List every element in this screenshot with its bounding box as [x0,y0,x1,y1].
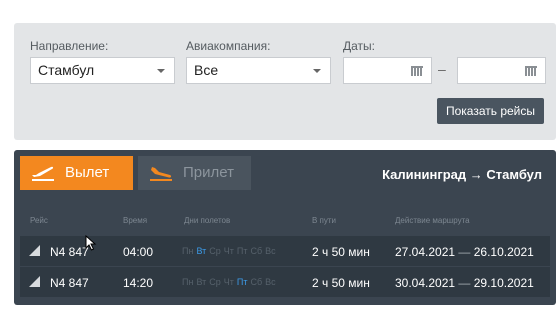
dates-separator: – [438,61,446,77]
validity-separator: — [458,245,471,259]
weekday-label: Вт [196,246,207,256]
direction-label: Направление: [30,39,109,53]
route-title: Калининград → Стамбул [382,167,542,182]
weekday-label: Вс [265,246,276,256]
airline-logo-icon [29,245,40,256]
mouse-cursor-icon [85,235,97,251]
show-flights-button[interactable]: Показать рейсы [437,98,544,124]
weekday-label: Ср [209,246,221,256]
chevron-down-icon [313,69,321,73]
travel-duration: 2 ч 50 мин [312,276,370,290]
airline-logo-icon [29,276,40,287]
chevron-down-icon [157,69,165,73]
tab-arrival[interactable]: Прилет [138,156,251,190]
dates-label: Даты: [343,39,375,53]
route-validity: 27.04.2021 — 26.10.2021 [395,245,534,259]
weekday-label: Сб [250,277,263,287]
flight-number: N4 847 [50,245,89,259]
calendar-icon[interactable] [411,66,423,76]
column-header-flight: Рейс [30,216,48,225]
plane-landing-icon [150,167,172,181]
validity-from: 30.04.2021 [395,276,456,290]
weekday-label: Вт [196,277,207,287]
weekday-label: Вс [265,277,276,287]
validity-from: 27.04.2021 [395,245,456,259]
travel-duration: 2 ч 50 мин [312,245,370,259]
calendar-icon[interactable] [525,66,537,76]
flight-days: Пн Вт Ср Чт Пт Сб Вс [182,246,279,256]
column-header-days: Дни полетов [184,216,231,225]
weekday-label: Пн [182,277,194,287]
table-row[interactable]: N4 847 14:20 Пн Вт Ср Чт Пт Сб Вс 2 ч 50 мин 3… [20,267,550,297]
weekday-label: Пт [236,277,248,287]
airline-label: Авиакомпания: [186,39,271,53]
weekday-label: Ср [209,277,221,287]
flight-board: Вылет Прилет Калининград → Стамбул Рейс … [14,150,556,305]
validity-separator: — [458,276,471,290]
flight-number: N4 847 [50,276,89,290]
column-header-time: Время [123,216,148,225]
flight-days: Пн Вт Ср Чт Пт Сб Вс [182,277,279,287]
validity-to: 29.10.2021 [473,276,534,290]
search-filter-panel: Направление: Стамбул Авиакомпания: Все Д… [14,23,556,140]
departure-time: 14:20 [123,276,154,290]
table-row[interactable]: N4 847 04:00 Пн Вт Ср Чт Пт Сб Вс 2 ч 50 мин 2… [20,236,550,266]
direction-select[interactable]: Стамбул [30,57,175,84]
validity-to: 26.10.2021 [473,245,534,259]
column-header-validity: Действие маршрута [395,216,470,225]
departure-time: 04:00 [123,245,154,259]
airline-value: Все [194,62,219,78]
plane-takeoff-icon [32,166,54,181]
weekday-label: Пн [182,246,194,256]
weekday-label: Чт [223,277,234,287]
direction-value: Стамбул [38,62,95,78]
route-validity: 30.04.2021 — 29.10.2021 [395,276,534,290]
weekday-label: Пт [236,246,248,256]
airline-select[interactable]: Все [186,57,331,84]
column-header-duration: В пути [312,216,337,225]
tab-arrival-label: Прилет [183,164,234,181]
date-from-field[interactable] [343,57,432,84]
weekday-label: Сб [250,246,263,256]
tab-departure-label: Вылет [65,164,110,181]
date-to-field[interactable] [457,57,546,84]
weekday-label: Чт [223,246,234,256]
tab-departure[interactable]: Вылет [20,156,133,190]
